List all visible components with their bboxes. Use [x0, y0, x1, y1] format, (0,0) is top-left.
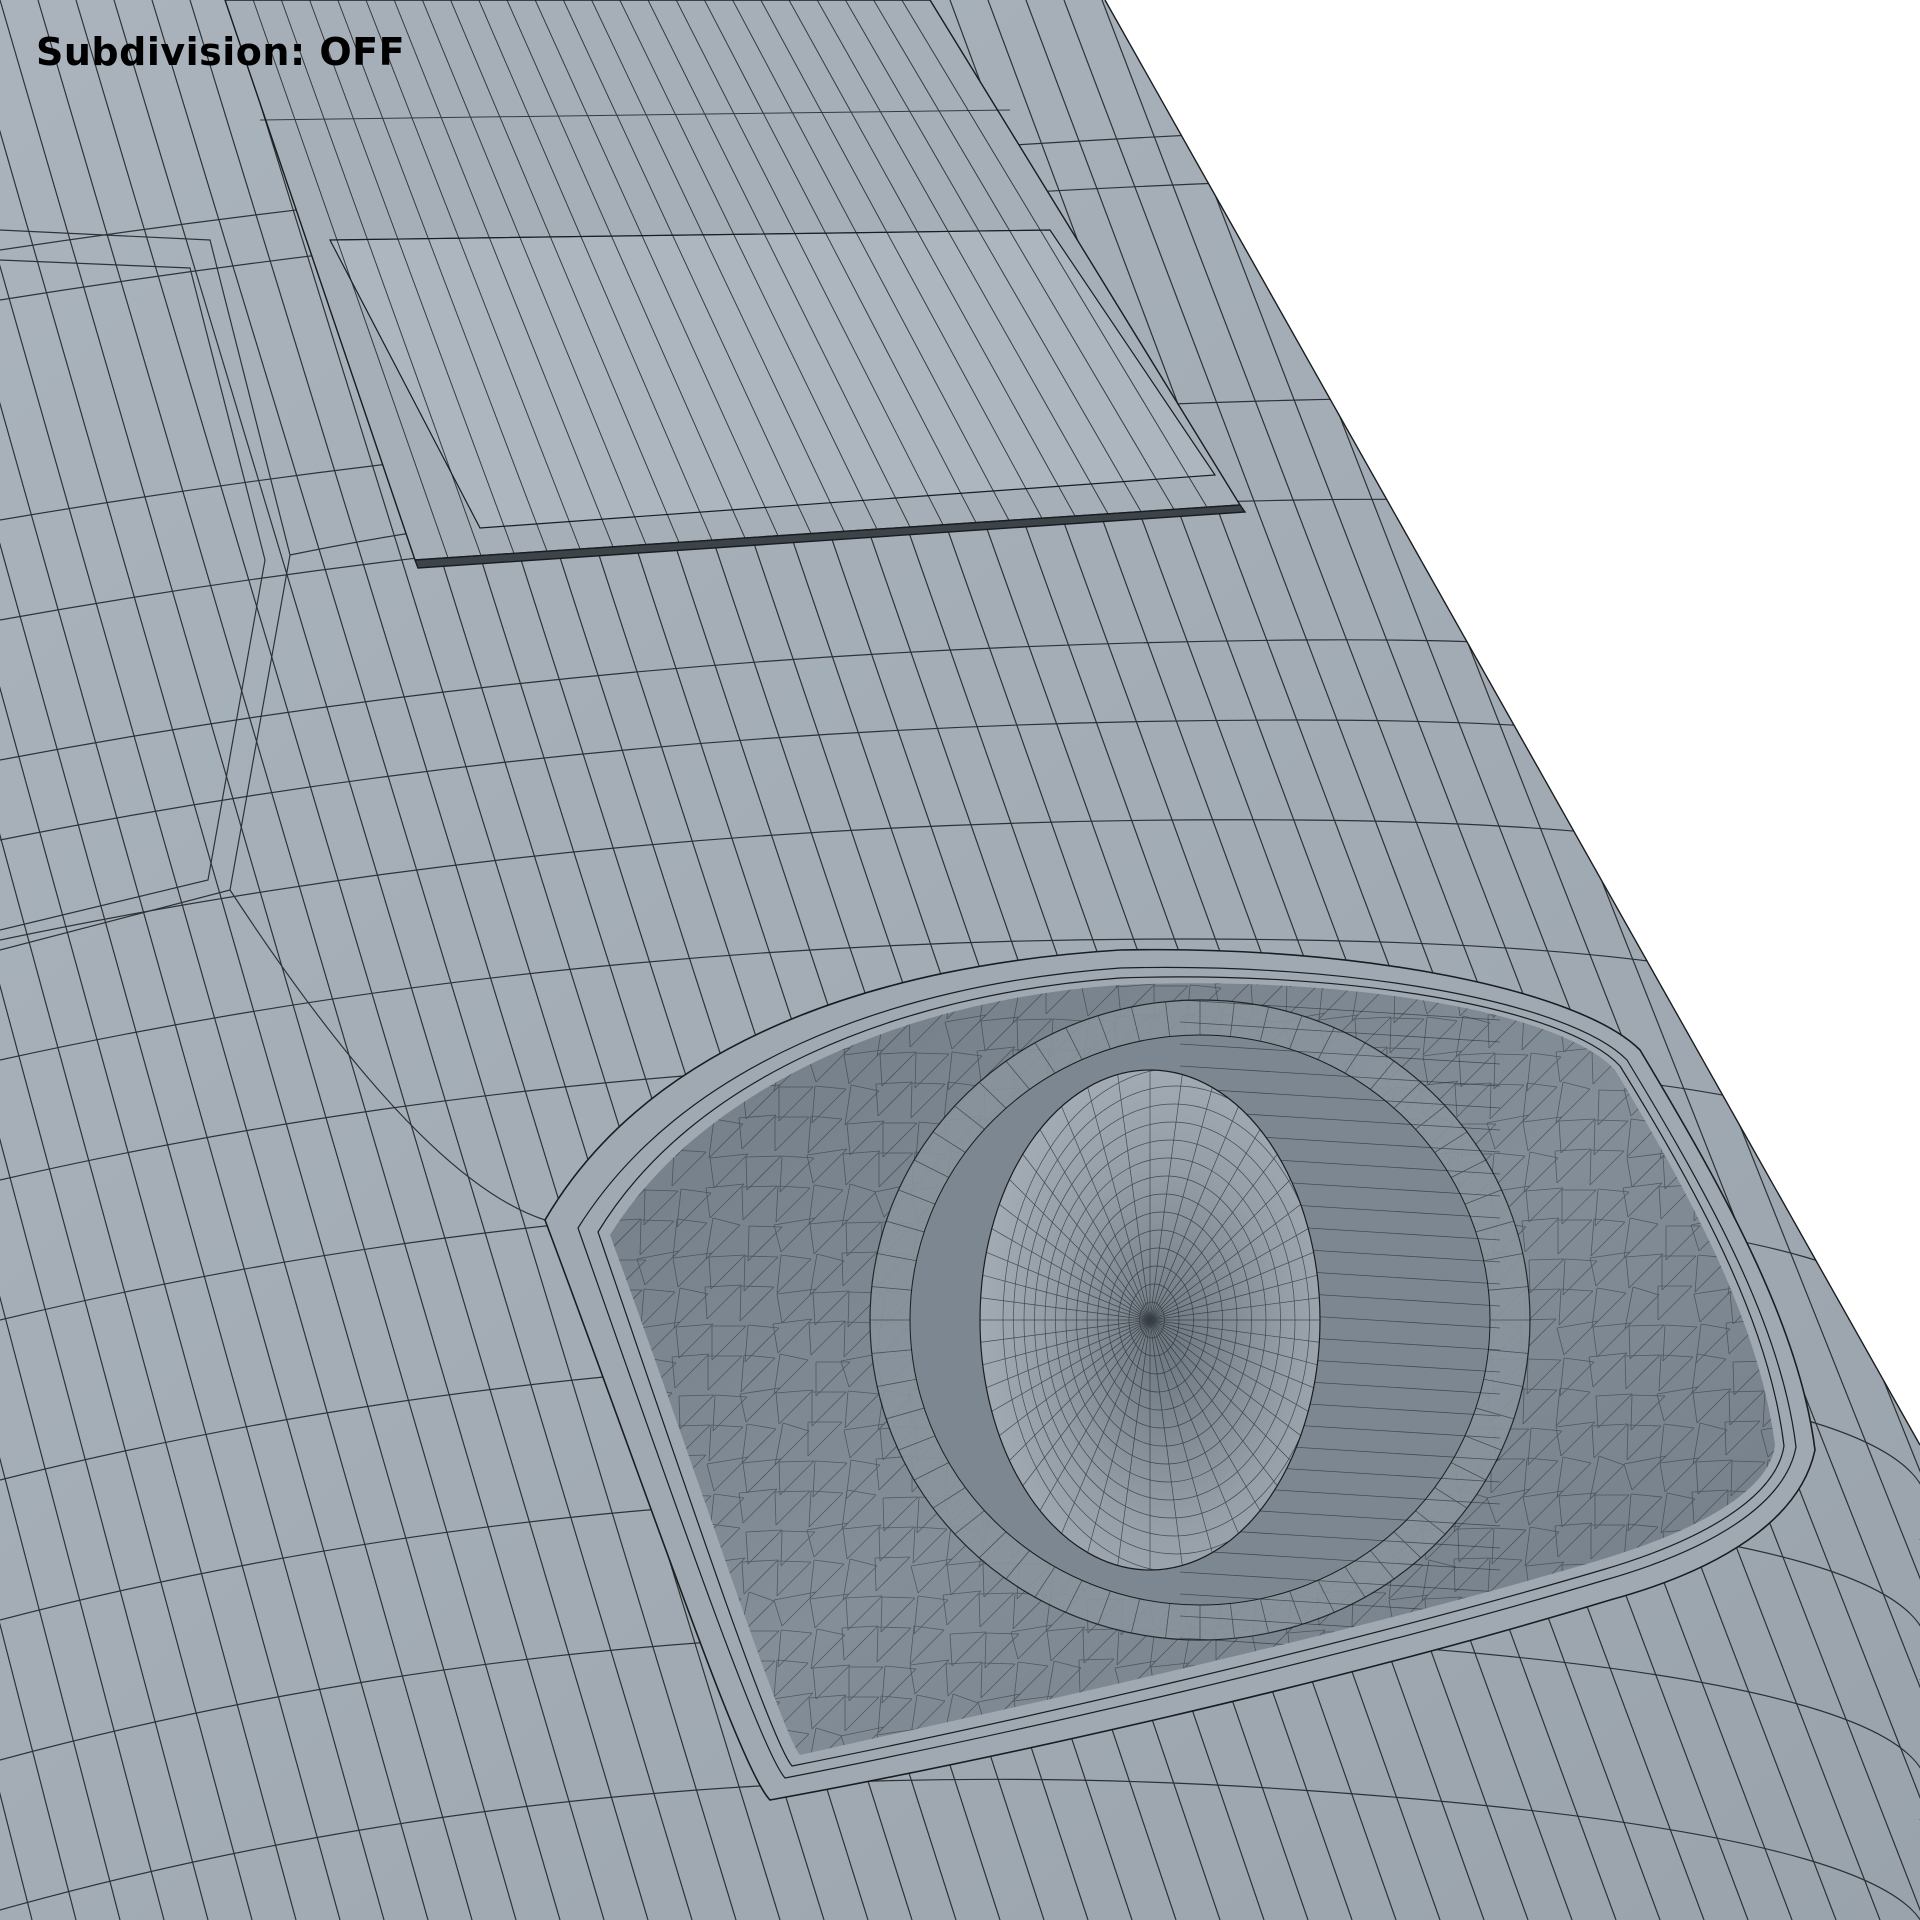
- render-view: [0, 0, 1920, 1920]
- viewport: Subdivision: OFF: [0, 0, 1920, 1920]
- subdivision-status-label: Subdivision: OFF: [36, 30, 406, 74]
